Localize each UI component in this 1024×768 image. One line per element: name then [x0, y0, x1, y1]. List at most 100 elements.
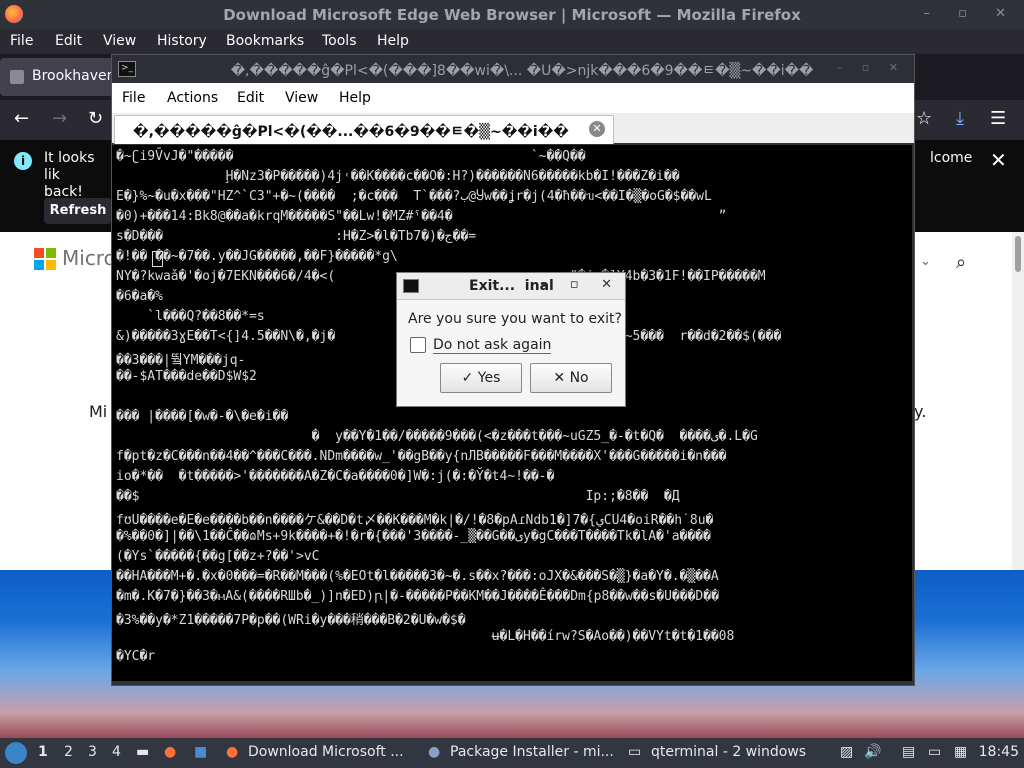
qterminal-titlebar: >_ �,�����ĝ�Pl<�(���]8��wi�\... �U�>njk�… — [112, 55, 914, 83]
notification-message: It looks lik back! — [44, 150, 114, 201]
terminal-line: ��� |����[�w�-�\�e�i�� — [116, 409, 289, 424]
task-package-installer[interactable]: Package Installer - mi... — [450, 744, 614, 760]
downloads-icon[interactable]: ⤓ — [956, 108, 964, 129]
microsoft-logo-icon — [34, 248, 56, 270]
terminal-line: ʉ�L�H��írw?S�Ao��)��VYt�t�1��08 — [116, 629, 735, 644]
yes-button[interactable]: ✓ Yes — [440, 363, 522, 393]
no-button[interactable]: ✕ No — [530, 363, 612, 393]
terminal-line: �YC�r — [116, 649, 156, 664]
menu-history[interactable]: History — [157, 33, 207, 49]
chevron-down-icon[interactable]: ⌄ — [920, 254, 931, 269]
terminal-line: �m�.K�7�}��3�ⲙA&(����RШb�_)]n�ED)ꞃ|�-���… — [116, 589, 719, 604]
package-installer-icon: ● — [428, 744, 441, 760]
qterminal-tabbar: �,�����ĝ�Pl<�(��...��6�9��ㅌ�▒~��i�� ✕ — [112, 113, 914, 144]
page-body-text-left: Mi — [89, 402, 108, 421]
terminal-icon: >_ — [118, 61, 136, 77]
terminal-line: ��HA���M+�.�x�0���=�R��M���(%�EOt�l�����… — [116, 569, 719, 584]
terminal-task-icon: ▭ — [628, 744, 642, 760]
menu-bookmarks[interactable]: Bookmarks — [226, 33, 304, 49]
hamburger-menu-icon[interactable]: ☰ — [990, 108, 1006, 129]
task-firefox[interactable]: Download Microsoft ... — [248, 744, 404, 760]
tab-favicon-icon — [10, 70, 24, 84]
terminal-line: E�}%~�u�x���"HZ^`C3"+�~(���� ;�c��� T`��… — [116, 189, 712, 204]
qterminal-menubar: File Actions Edit View Help — [112, 83, 914, 113]
terminal-line: �3%��y�*Z1�����7P�p��(WRi�y���稍���B�2�U�… — [116, 613, 466, 628]
reload-icon[interactable]: ↻ — [88, 108, 103, 129]
close-notification-icon[interactable]: ✕ — [990, 148, 1007, 172]
workspace-1[interactable]: 1 — [38, 744, 48, 760]
notification-welcome-fragment: lcome — [930, 150, 973, 166]
volume-icon[interactable]: 🔊 — [864, 744, 881, 760]
terminal-line: � y��Y�1��/�����9���(<�z���t���~uGZ5_�-�… — [116, 429, 758, 444]
menu-edit[interactable]: Edit — [55, 33, 82, 49]
close-tab-icon[interactable]: ✕ — [589, 121, 605, 137]
workspace-3[interactable]: 3 — [88, 744, 97, 760]
terminal-cursor — [152, 251, 163, 267]
start-menu-icon[interactable] — [5, 742, 27, 764]
yes-label: Yes — [477, 370, 501, 386]
qterminal-tab-label: �,�����ĝ�Pl<�(��...��6�9��ㅌ�▒~��i�� — [133, 124, 569, 140]
do-not-ask-checkbox[interactable] — [410, 337, 426, 353]
terminal-output[interactable]: �~ʗi9V̄vJ�"����� `~��Q�� Ḩ�Nz3�P�����)4j… — [112, 145, 912, 681]
info-icon: i — [14, 152, 32, 170]
search-icon[interactable]: ⌕ — [956, 252, 966, 273]
clipboard-icon[interactable]: ▨ — [840, 744, 853, 760]
terminal-line: Ḩ�Nz3�P�����)4j˓��K����c��O�:H?)������N6… — [116, 169, 680, 184]
check-icon: ✓ — [461, 370, 474, 386]
file-manager-icon[interactable]: ▬ — [136, 744, 149, 760]
terminal-line: �6�a�% — [116, 289, 163, 304]
qt-menu-help[interactable]: Help — [339, 90, 371, 106]
refresh-button[interactable]: Refresh — [44, 198, 112, 224]
terminal-line: s�D��� :H�Z>�l�Tb7�)�ج��= — [116, 229, 477, 244]
terminal-line: fʊU����e�E�e����b��n����ケ&��D�t〆��K���M�… — [116, 513, 714, 528]
exit-dialog: Exit... inal – ▫ ✕ Are you sure you want… — [396, 272, 626, 407]
tab-label: Brookhaven — [32, 68, 116, 84]
window-controls[interactable]: – ▫ ✕ — [924, 6, 1018, 21]
clock: 18:45 — [978, 744, 1019, 760]
terminal-line: �%��0�]|��\1��Ĉ��ɷMs+9k����+�!�r�{���'3�… — [116, 529, 711, 544]
qterminal-tab[interactable]: �,�����ĝ�Pl<�(��...��6�9��ㅌ�▒~��i�� ✕ — [114, 115, 614, 144]
monitor-icon[interactable]: ▭ — [928, 744, 941, 760]
exit-question: Are you sure you want to exit? — [408, 311, 622, 327]
terminal-line: io�*�� �t�����>'�������A�Z�C�a����0�]W�:… — [116, 469, 555, 484]
notification-line1: It looks lik — [44, 150, 95, 183]
task-qterminal[interactable]: qterminal - 2 windows — [651, 744, 806, 760]
firefox-launcher-icon[interactable]: ● — [164, 744, 176, 760]
terminal-line: (�Ys`�����{��g[��z+?��'>vC — [116, 549, 320, 564]
menu-help[interactable]: Help — [377, 33, 409, 49]
qt-menu-edit[interactable]: Edit — [237, 90, 264, 106]
firefox-window-title: Download Microsoft Edge Web Browser | Mi… — [223, 6, 801, 24]
no-label: No — [569, 370, 589, 386]
terminal-line: f�pt�z�C���n��4��^���C���.NDm����w_'��gB… — [116, 449, 727, 464]
dialog-window-controls[interactable]: – ▫ ✕ — [541, 277, 621, 292]
exit-dialog-title-left: Exit... — [469, 278, 516, 294]
qt-menu-view[interactable]: View — [285, 90, 318, 106]
microsoft-wordmark: Micro — [62, 246, 116, 270]
taskbar: 1 2 3 4 ▬ ● ■ ● Download Microsoft ... ●… — [0, 738, 1024, 768]
qt-menu-file[interactable]: File — [122, 90, 145, 106]
desktop-icon[interactable]: ■ — [194, 744, 207, 760]
menu-tools[interactable]: Tools — [322, 33, 357, 49]
bookmark-star-icon[interactable]: ☆ — [916, 108, 932, 129]
forward-icon[interactable]: → — [52, 108, 67, 129]
terminal-line: ��$ Ip:;�8�� �Д — [116, 489, 680, 504]
firefox-menubar: File Edit View History Bookmarks Tools H… — [0, 30, 1024, 54]
qt-menu-actions[interactable]: Actions — [167, 90, 218, 106]
firefox-tab[interactable]: Brookhaven — [0, 58, 116, 96]
network-icon[interactable]: ▦ — [954, 744, 967, 760]
workspace-2[interactable]: 2 — [64, 744, 73, 760]
firefox-task-icon: ● — [226, 744, 239, 760]
page-body-text-right: y. — [914, 402, 927, 421]
firefox-titlebar: Download Microsoft Edge Web Browser | Mi… — [0, 0, 1024, 30]
menu-file[interactable]: File — [10, 33, 33, 49]
menu-view[interactable]: View — [103, 33, 136, 49]
back-icon[interactable]: ← — [14, 108, 29, 129]
terminal-line: ��-$AT���de��D$W$2 — [116, 369, 257, 384]
exit-dialog-titlebar: Exit... inal – ▫ ✕ — [397, 273, 625, 300]
do-not-ask-label[interactable]: Do not ask again — [433, 337, 552, 354]
notes-icon[interactable]: ▤ — [902, 744, 915, 760]
qterminal-window-controls[interactable]: – ▫ ✕ — [837, 61, 906, 74]
terminal-line: `l���Q?��8��*=s — [116, 309, 265, 324]
workspace-4[interactable]: 4 — [112, 744, 121, 760]
terminal-line: ��3���|뛐YM���jq- — [116, 353, 246, 368]
